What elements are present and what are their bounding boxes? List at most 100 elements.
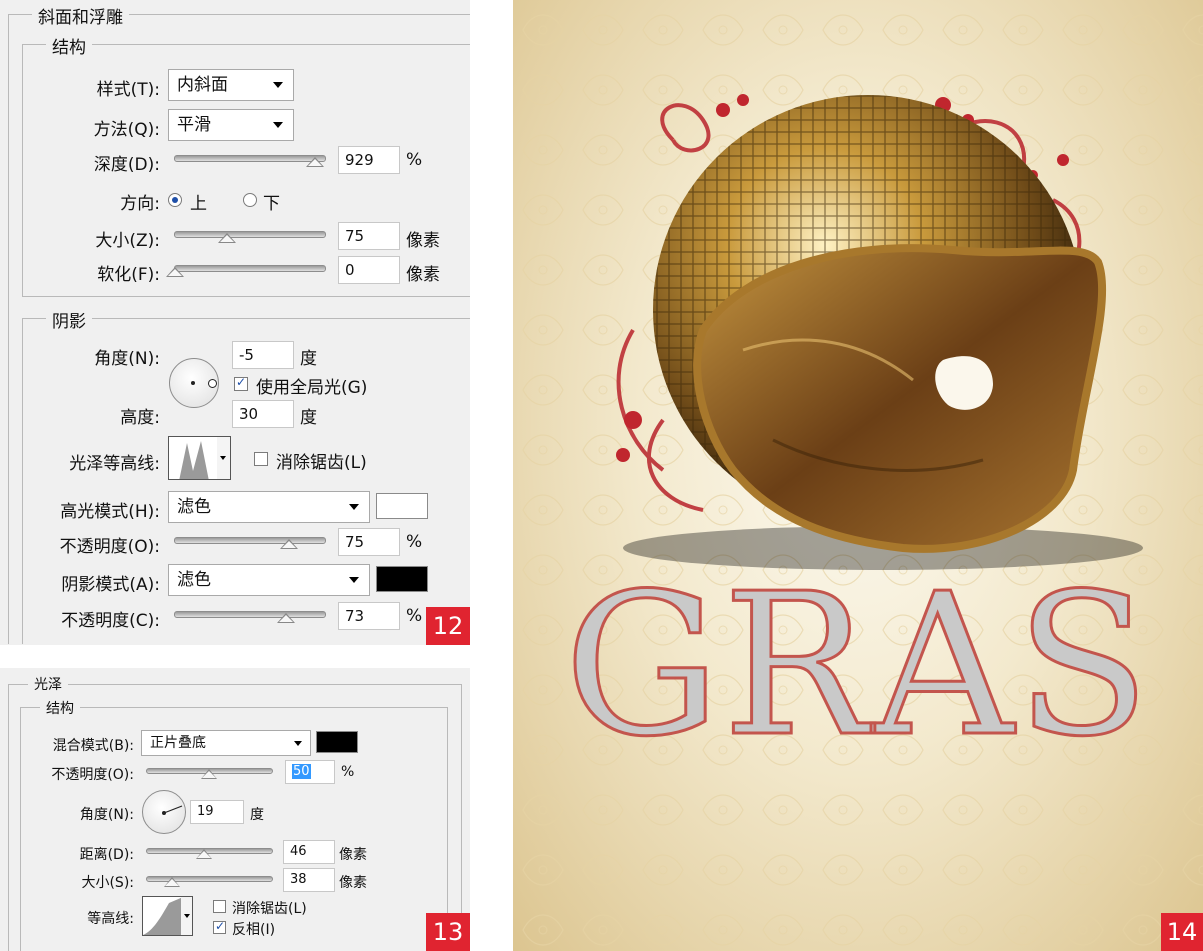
shadow-opacity-thumb[interactable] <box>277 613 295 623</box>
soften-slider[interactable] <box>174 265 326 272</box>
satin-size-thumb[interactable] <box>164 877 180 887</box>
global-light-label: 使用全局光(G) <box>256 378 368 398</box>
chevron-down-icon <box>273 122 283 128</box>
shadow-mode-label: 阴影模式(A): <box>61 575 160 595</box>
size-label: 大小(Z): <box>95 231 160 251</box>
highlight-opacity-unit: % <box>406 532 423 552</box>
chevron-down-icon <box>349 504 359 510</box>
blend-mode-select[interactable]: 正片叠底 <box>141 730 311 756</box>
blend-mode-label: 混合模式(B): <box>52 738 134 754</box>
step-badge-13: 13 <box>426 913 470 951</box>
satin-opacity-value: 50 <box>292 764 311 779</box>
blend-mode-value: 正片叠底 <box>150 735 206 751</box>
gloss-contour-label: 光泽等高线: <box>69 454 160 474</box>
satin-title: 光泽 <box>28 674 68 694</box>
satin-opacity-input[interactable]: 50 <box>285 760 335 784</box>
highlight-opacity-thumb[interactable] <box>280 539 298 549</box>
highlight-mode-value: 滤色 <box>177 497 211 517</box>
bevel-emboss-panel: 斜面和浮雕 结构 样式(T): 内斜面 方法(Q): 平滑 深度(D): 929… <box>0 0 470 645</box>
shadow-opacity-unit: % <box>406 606 423 626</box>
satin-opacity-unit: % <box>341 764 355 780</box>
blend-color-swatch[interactable] <box>316 731 358 753</box>
satin-panel: 光泽 结构 混合模式(B): 正片叠底 不透明度(O): 50 % 角度(N):… <box>0 668 470 951</box>
invert-label: 反相(I) <box>232 922 276 938</box>
depth-label: 深度(D): <box>93 155 160 175</box>
satin-structure-title: 结构 <box>40 698 80 718</box>
altitude-label: 高度: <box>120 408 160 428</box>
altitude-unit: 度 <box>300 408 317 428</box>
dial-needle-icon <box>162 805 183 815</box>
satin-contour-label: 等高线: <box>87 911 134 927</box>
size-input[interactable]: 75 <box>338 222 400 250</box>
highlight-mode-select[interactable]: 滤色 <box>168 491 370 523</box>
contour-curve-icon <box>143 897 181 935</box>
satin-size-input[interactable]: 38 <box>283 868 335 892</box>
global-light-checkbox[interactable] <box>234 375 248 391</box>
antialias-label: 消除锯齿(L) <box>276 453 367 473</box>
depth-unit: % <box>406 150 423 170</box>
gloss-contour-preview[interactable] <box>168 436 218 480</box>
dial-center-dot <box>191 381 195 385</box>
highlight-mode-label: 高光模式(H): <box>60 502 160 522</box>
poster-preview: GRAS 14 <box>513 0 1203 951</box>
size-unit: 像素 <box>406 231 440 251</box>
shading-title: 阴影 <box>46 307 92 332</box>
chevron-down-icon <box>294 741 302 746</box>
direction-down-label: 下 <box>263 194 280 214</box>
angle-input[interactable]: -5 <box>232 341 294 369</box>
depth-slider-thumb[interactable] <box>306 157 324 167</box>
shadow-color-swatch[interactable] <box>376 566 428 592</box>
shadow-mode-select[interactable]: 滤色 <box>168 564 370 596</box>
soften-slider-thumb[interactable] <box>166 267 184 277</box>
bevel-emboss-title: 斜面和浮雕 <box>32 3 129 28</box>
highlight-opacity-slider[interactable] <box>174 537 326 544</box>
technique-value: 平滑 <box>177 115 211 135</box>
soften-label: 软化(F): <box>97 265 160 285</box>
chevron-down-icon <box>349 577 359 583</box>
style-select[interactable]: 内斜面 <box>168 69 294 101</box>
contour-curve-icon <box>179 441 209 479</box>
size-slider[interactable] <box>174 231 326 238</box>
style-value: 内斜面 <box>177 75 228 95</box>
satin-contour-dropdown[interactable] <box>181 896 193 936</box>
technique-label: 方法(Q): <box>93 120 160 140</box>
soften-unit: 像素 <box>406 265 440 285</box>
satin-angle-unit: 度 <box>250 807 264 823</box>
highlight-opacity-input[interactable]: 75 <box>338 528 400 556</box>
highlight-opacity-label: 不透明度(O): <box>59 537 160 557</box>
shadow-opacity-input[interactable]: 73 <box>338 602 400 630</box>
soften-input[interactable]: 0 <box>338 256 400 284</box>
shadow-opacity-slider[interactable] <box>174 611 326 618</box>
invert-checkbox[interactable] <box>213 919 226 934</box>
direction-up-radio[interactable] <box>168 193 182 207</box>
satin-size-label: 大小(S): <box>81 875 134 891</box>
size-slider-thumb[interactable] <box>218 233 236 243</box>
gloss-contour-dropdown[interactable] <box>217 436 231 480</box>
satin-size-unit: 像素 <box>339 875 367 891</box>
depth-input[interactable]: 929 <box>338 146 400 174</box>
distance-unit: 像素 <box>339 847 367 863</box>
style-label: 样式(T): <box>96 80 160 100</box>
angle-unit: 度 <box>300 349 317 369</box>
shadow-mode-value: 滤色 <box>177 570 211 590</box>
depth-slider[interactable] <box>174 155 326 162</box>
technique-select[interactable]: 平滑 <box>168 109 294 141</box>
poster-artwork <box>513 0 1203 951</box>
direction-down-radio[interactable] <box>243 193 257 207</box>
satin-angle-dial[interactable] <box>142 790 186 834</box>
satin-opacity-thumb[interactable] <box>201 769 217 779</box>
distance-input[interactable]: 46 <box>283 840 335 864</box>
chevron-down-icon <box>273 82 283 88</box>
distance-thumb[interactable] <box>196 849 212 859</box>
highlight-color-swatch[interactable] <box>376 493 428 519</box>
satin-antialias-checkbox[interactable] <box>213 900 226 913</box>
satin-opacity-label: 不透明度(O): <box>51 767 134 783</box>
altitude-input[interactable]: 30 <box>232 400 294 428</box>
satin-angle-input[interactable]: 19 <box>190 800 244 824</box>
distance-label: 距离(D): <box>79 847 134 863</box>
satin-angle-label: 角度(N): <box>79 807 134 823</box>
antialias-checkbox[interactable] <box>254 452 268 466</box>
satin-contour-preview[interactable] <box>142 896 182 936</box>
shadow-opacity-label: 不透明度(C): <box>61 611 160 631</box>
angle-dial[interactable] <box>169 358 219 408</box>
